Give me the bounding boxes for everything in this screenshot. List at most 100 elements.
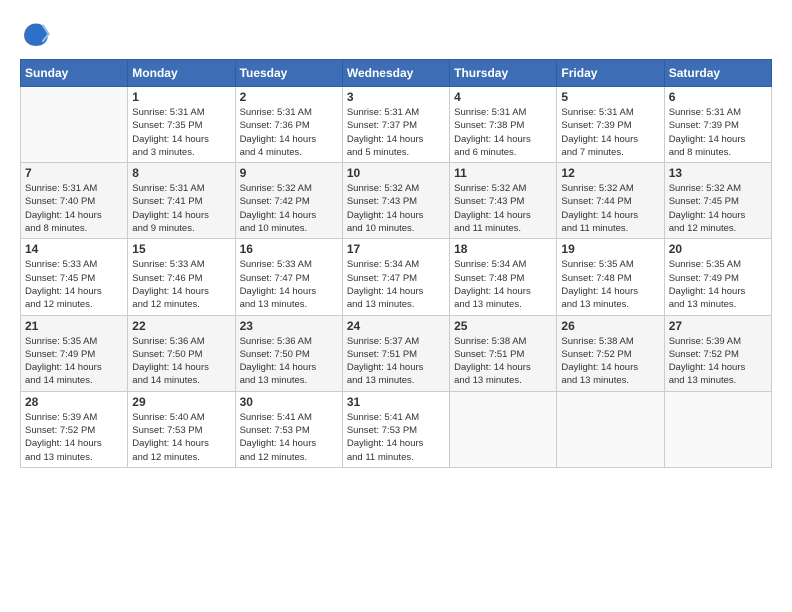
day-number: 11	[454, 166, 552, 180]
weekday-header-wednesday: Wednesday	[342, 60, 449, 87]
day-number: 3	[347, 90, 445, 104]
day-info: Sunrise: 5:31 AM Sunset: 7:37 PM Dayligh…	[347, 106, 445, 159]
calendar-cell: 3 Sunrise: 5:31 AM Sunset: 7:37 PM Daylig…	[342, 87, 449, 163]
weekday-header-saturday: Saturday	[664, 60, 771, 87]
day-info: Sunrise: 5:36 AM Sunset: 7:50 PM Dayligh…	[132, 335, 230, 388]
day-info: Sunrise: 5:32 AM Sunset: 7:44 PM Dayligh…	[561, 182, 659, 235]
calendar-cell: 31 Sunrise: 5:41 AM Sunset: 7:53 PM Dayli…	[342, 391, 449, 467]
calendar-cell: 22 Sunrise: 5:36 AM Sunset: 7:50 PM Dayli…	[128, 315, 235, 391]
day-info: Sunrise: 5:41 AM Sunset: 7:53 PM Dayligh…	[240, 411, 338, 464]
day-number: 21	[25, 319, 123, 333]
calendar-cell: 12Sunrise: 5:32 AM Sunset: 7:44 PM Dayli…	[557, 163, 664, 239]
day-number: 30	[240, 395, 338, 409]
day-info: Sunrise: 5:35 AM Sunset: 7:48 PM Dayligh…	[561, 258, 659, 311]
day-info: Sunrise: 5:32 AM Sunset: 7:42 PM Dayligh…	[240, 182, 338, 235]
calendar-cell	[21, 87, 128, 163]
weekday-header-monday: Monday	[128, 60, 235, 87]
day-number: 10	[347, 166, 445, 180]
day-info: Sunrise: 5:31 AM Sunset: 7:39 PM Dayligh…	[669, 106, 767, 159]
day-info: Sunrise: 5:39 AM Sunset: 7:52 PM Dayligh…	[669, 335, 767, 388]
day-info: Sunrise: 5:31 AM Sunset: 7:38 PM Dayligh…	[454, 106, 552, 159]
calendar-cell: 29Sunrise: 5:40 AM Sunset: 7:53 PM Dayli…	[128, 391, 235, 467]
day-info: Sunrise: 5:41 AM Sunset: 7:53 PM Dayligh…	[347, 411, 445, 464]
header	[20, 16, 772, 53]
logo	[20, 20, 50, 53]
day-info: Sunrise: 5:39 AM Sunset: 7:52 PM Dayligh…	[25, 411, 123, 464]
day-info: Sunrise: 5:34 AM Sunset: 7:48 PM Dayligh…	[454, 258, 552, 311]
calendar-cell: 4 Sunrise: 5:31 AM Sunset: 7:38 PM Daylig…	[450, 87, 557, 163]
day-info: Sunrise: 5:36 AM Sunset: 7:50 PM Dayligh…	[240, 335, 338, 388]
day-number: 24	[347, 319, 445, 333]
day-number: 20	[669, 242, 767, 256]
day-info: Sunrise: 5:38 AM Sunset: 7:52 PM Dayligh…	[561, 335, 659, 388]
calendar-cell: 27Sunrise: 5:39 AM Sunset: 7:52 PM Dayli…	[664, 315, 771, 391]
calendar-cell: 26 Sunrise: 5:38 AM Sunset: 7:52 PM Dayli…	[557, 315, 664, 391]
day-number: 9	[240, 166, 338, 180]
day-number: 18	[454, 242, 552, 256]
day-info: Sunrise: 5:35 AM Sunset: 7:49 PM Dayligh…	[669, 258, 767, 311]
day-number: 13	[669, 166, 767, 180]
day-number: 17	[347, 242, 445, 256]
calendar-cell: 6 Sunrise: 5:31 AM Sunset: 7:39 PM Daylig…	[664, 87, 771, 163]
calendar-cell: 2 Sunrise: 5:31 AM Sunset: 7:36 PM Daylig…	[235, 87, 342, 163]
calendar-cell: 21 Sunrise: 5:35 AM Sunset: 7:49 PM Dayli…	[21, 315, 128, 391]
day-number: 22	[132, 319, 230, 333]
calendar-cell: 18 Sunrise: 5:34 AM Sunset: 7:48 PM Dayli…	[450, 239, 557, 315]
calendar-cell: 16 Sunrise: 5:33 AM Sunset: 7:47 PM Dayli…	[235, 239, 342, 315]
calendar-cell: 15 Sunrise: 5:33 AM Sunset: 7:46 PM Dayli…	[128, 239, 235, 315]
day-info: Sunrise: 5:34 AM Sunset: 7:47 PM Dayligh…	[347, 258, 445, 311]
day-info: Sunrise: 5:32 AM Sunset: 7:45 PM Dayligh…	[669, 182, 767, 235]
calendar-cell	[450, 391, 557, 467]
day-number: 15	[132, 242, 230, 256]
calendar-cell: 25 Sunrise: 5:38 AM Sunset: 7:51 PM Dayli…	[450, 315, 557, 391]
calendar-cell: 23 Sunrise: 5:36 AM Sunset: 7:50 PM Dayli…	[235, 315, 342, 391]
calendar-cell: 17 Sunrise: 5:34 AM Sunset: 7:47 PM Dayli…	[342, 239, 449, 315]
day-info: Sunrise: 5:33 AM Sunset: 7:46 PM Dayligh…	[132, 258, 230, 311]
day-number: 1	[132, 90, 230, 104]
calendar: SundayMondayTuesdayWednesdayThursdayFrid…	[20, 59, 772, 468]
day-number: 14	[25, 242, 123, 256]
day-number: 4	[454, 90, 552, 104]
day-info: Sunrise: 5:32 AM Sunset: 7:43 PM Dayligh…	[347, 182, 445, 235]
calendar-cell: 10 Sunrise: 5:32 AM Sunset: 7:43 PM Dayli…	[342, 163, 449, 239]
day-number: 7	[25, 166, 123, 180]
day-info: Sunrise: 5:31 AM Sunset: 7:41 PM Dayligh…	[132, 182, 230, 235]
day-number: 23	[240, 319, 338, 333]
day-number: 25	[454, 319, 552, 333]
day-number: 26	[561, 319, 659, 333]
calendar-cell	[557, 391, 664, 467]
day-info: Sunrise: 5:38 AM Sunset: 7:51 PM Dayligh…	[454, 335, 552, 388]
calendar-cell: 24 Sunrise: 5:37 AM Sunset: 7:51 PM Dayli…	[342, 315, 449, 391]
day-number: 31	[347, 395, 445, 409]
day-number: 19	[561, 242, 659, 256]
day-info: Sunrise: 5:31 AM Sunset: 7:40 PM Dayligh…	[25, 182, 123, 235]
calendar-cell	[664, 391, 771, 467]
calendar-cell: 20 Sunrise: 5:35 AM Sunset: 7:49 PM Dayli…	[664, 239, 771, 315]
calendar-cell: 7 Sunrise: 5:31 AM Sunset: 7:40 PM Daylig…	[21, 163, 128, 239]
day-number: 16	[240, 242, 338, 256]
calendar-cell: 28Sunrise: 5:39 AM Sunset: 7:52 PM Dayli…	[21, 391, 128, 467]
calendar-cell: 30 Sunrise: 5:41 AM Sunset: 7:53 PM Dayli…	[235, 391, 342, 467]
day-info: Sunrise: 5:35 AM Sunset: 7:49 PM Dayligh…	[25, 335, 123, 388]
weekday-header-tuesday: Tuesday	[235, 60, 342, 87]
day-number: 2	[240, 90, 338, 104]
calendar-cell: 14 Sunrise: 5:33 AM Sunset: 7:45 PM Dayli…	[21, 239, 128, 315]
day-info: Sunrise: 5:31 AM Sunset: 7:35 PM Dayligh…	[132, 106, 230, 159]
weekday-header-friday: Friday	[557, 60, 664, 87]
calendar-cell: 1 Sunrise: 5:31 AM Sunset: 7:35 PM Daylig…	[128, 87, 235, 163]
day-number: 29	[132, 395, 230, 409]
weekday-header-sunday: Sunday	[21, 60, 128, 87]
calendar-cell: 19 Sunrise: 5:35 AM Sunset: 7:48 PM Dayli…	[557, 239, 664, 315]
day-number: 5	[561, 90, 659, 104]
day-info: Sunrise: 5:33 AM Sunset: 7:47 PM Dayligh…	[240, 258, 338, 311]
day-info: Sunrise: 5:33 AM Sunset: 7:45 PM Dayligh…	[25, 258, 123, 311]
day-number: 6	[669, 90, 767, 104]
logo-graphic	[20, 20, 50, 53]
day-number: 8	[132, 166, 230, 180]
day-info: Sunrise: 5:37 AM Sunset: 7:51 PM Dayligh…	[347, 335, 445, 388]
weekday-header-thursday: Thursday	[450, 60, 557, 87]
day-info: Sunrise: 5:32 AM Sunset: 7:43 PM Dayligh…	[454, 182, 552, 235]
day-info: Sunrise: 5:31 AM Sunset: 7:36 PM Dayligh…	[240, 106, 338, 159]
calendar-cell: 9 Sunrise: 5:32 AM Sunset: 7:42 PM Daylig…	[235, 163, 342, 239]
day-info: Sunrise: 5:31 AM Sunset: 7:39 PM Dayligh…	[561, 106, 659, 159]
